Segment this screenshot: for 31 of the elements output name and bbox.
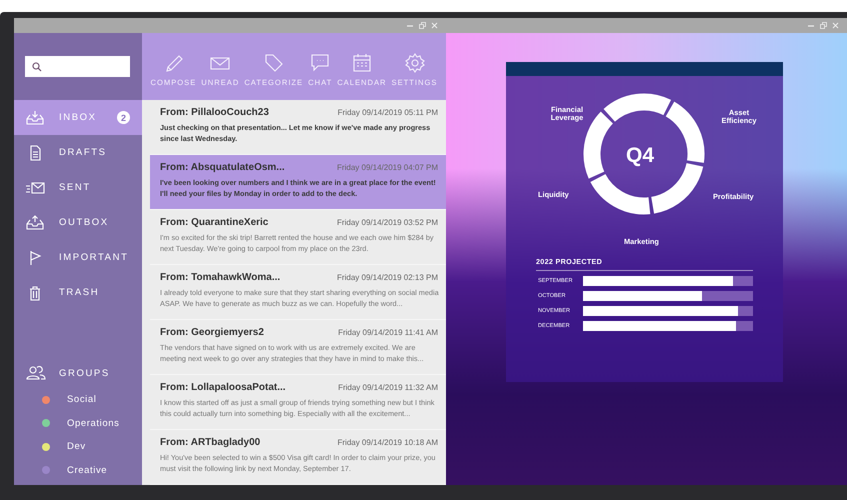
message-sender: From: ARTbaglady00: [160, 437, 260, 448]
message-sender: From: AbsquatulateOsm...: [160, 162, 285, 173]
nav-item[interactable]: OUTBOX: [14, 205, 142, 240]
count-badge: 2: [117, 111, 130, 124]
message-sender: From: LollapaloosaPotat...: [160, 382, 286, 393]
message-sender: From: Georgiemyers2: [160, 327, 264, 338]
message-date: Friday 09/14/2019 03:52 PM: [337, 218, 438, 227]
message-date: Friday 09/14/2019 11:32 AM: [338, 383, 438, 392]
message-sender: From: TomahawkWoma...: [160, 272, 280, 283]
nav-item[interactable]: SENT: [14, 170, 142, 205]
group-label: Creative: [67, 464, 108, 476]
message-date: Friday 09/14/2019 05:11 PM: [338, 108, 438, 117]
message-date: Friday 09/14/2019 11:41 AM: [338, 328, 438, 337]
message-sender: From: QuarantineXeric: [160, 217, 268, 228]
nav-item[interactable]: INBOX 2: [14, 100, 142, 135]
nav-item[interactable]: IMPORTANT: [14, 240, 142, 275]
message-sender: From: PillalooCouch23: [160, 107, 269, 118]
group-item[interactable]: Social: [13, 388, 142, 412]
group-label: Dev: [67, 441, 86, 452]
groups-heading: GROUPS: [59, 368, 111, 378]
group-item[interactable]: Operations: [13, 412, 142, 435]
message-date: Friday 09/14/2019 10:18 AM: [337, 438, 438, 447]
nav-item[interactable]: TRASH: [14, 275, 142, 310]
cycle-center-label: Q4: [626, 144, 654, 168]
group-item[interactable]: Creative: [13, 458, 142, 482]
group-label: Operations: [67, 418, 120, 429]
message-date: Friday 09/14/2019 02:13 PM: [337, 273, 438, 282]
group-label: Social: [67, 394, 96, 406]
nav-item[interactable]: DRAFTS: [14, 135, 142, 170]
group-item[interactable]: Dev: [13, 435, 142, 458]
message-date: Friday 09/14/2019 04:07 PM: [337, 163, 438, 172]
